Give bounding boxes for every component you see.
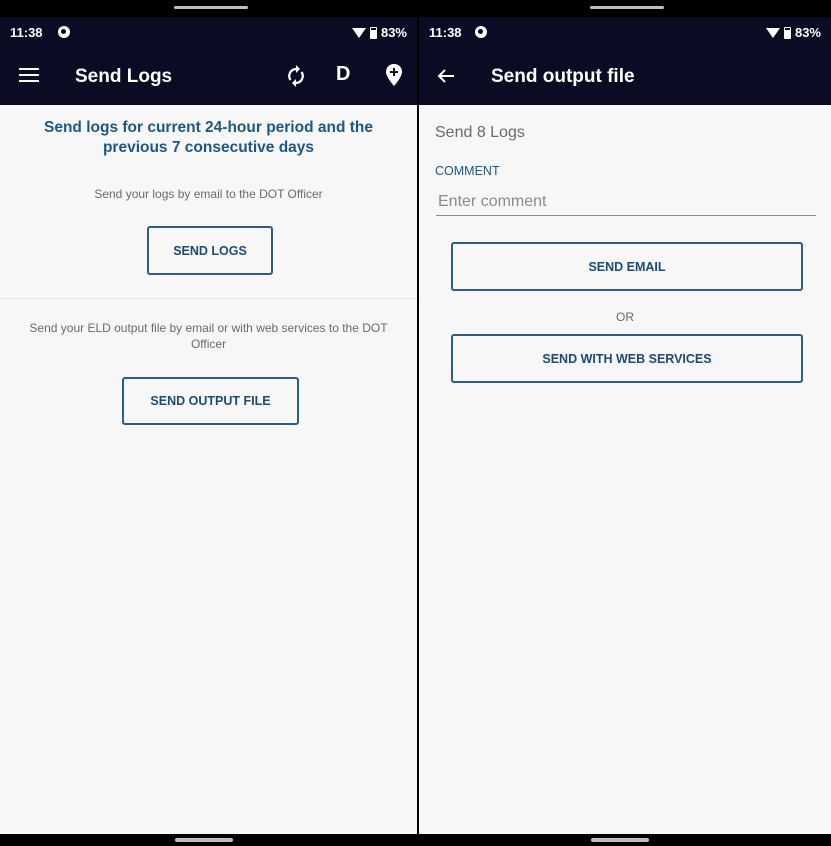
- battery-percentage: 83%: [794, 25, 821, 40]
- status-bar: 11:38 83%: [0, 17, 417, 47]
- wifi-icon: [765, 27, 780, 38]
- top-notch-strip: [0, 0, 417, 17]
- logs-description: Send your logs by email to the DOT Offic…: [94, 187, 323, 201]
- divider: [0, 298, 417, 299]
- comment-label: COMMENT: [435, 164, 500, 178]
- app-notification-icon: [58, 26, 70, 38]
- back-arrow-icon[interactable]: [436, 66, 456, 86]
- send-output-file-button[interactable]: SEND OUTPUT FILE: [122, 377, 299, 425]
- location-pin-icon[interactable]: [385, 64, 403, 86]
- status-indicators: 83%: [351, 25, 407, 40]
- app-bar: Send output file: [419, 47, 831, 105]
- send-logs-screen: 11:38 83% Send Logs D Send logs for curr…: [0, 0, 417, 846]
- top-handle: [590, 6, 664, 9]
- navigation-bar: [0, 834, 417, 846]
- output-file-description: Send your ELD output file by email or wi…: [29, 321, 388, 351]
- status-bar: 11:38 83%: [419, 17, 831, 47]
- send-count-label: Send 8 Logs: [435, 124, 525, 141]
- home-gesture-handle[interactable]: [591, 838, 649, 842]
- send-web-services-button[interactable]: SEND WITH WEB SERVICES: [451, 334, 803, 383]
- battery-icon: [783, 26, 791, 39]
- top-notch-strip: [419, 0, 831, 17]
- period-heading: Send logs for current 24-hour period and…: [44, 119, 373, 156]
- app-bar: Send Logs D: [0, 47, 417, 105]
- status-time: 11:38: [10, 25, 43, 40]
- send-output-file-screen: 11:38 83% Send output file Send 8 Logs C…: [419, 0, 831, 846]
- status-indicators: 83%: [765, 25, 821, 40]
- app-notification-icon: [475, 26, 487, 38]
- battery-percentage: 83%: [380, 25, 407, 40]
- page-title: Send Logs: [75, 66, 173, 87]
- sync-icon[interactable]: [286, 65, 306, 87]
- navigation-bar: [419, 834, 831, 846]
- menu-icon[interactable]: [19, 68, 39, 83]
- wifi-icon: [351, 27, 366, 38]
- send-email-button[interactable]: SEND EMAIL: [451, 242, 803, 291]
- comment-input[interactable]: [436, 188, 816, 216]
- status-time: 11:38: [429, 25, 462, 40]
- send-logs-button[interactable]: SEND LOGS: [147, 226, 273, 275]
- or-separator: OR: [616, 310, 634, 324]
- page-title: Send output file: [491, 66, 635, 87]
- top-handle: [174, 6, 248, 9]
- battery-icon: [369, 26, 377, 39]
- home-gesture-handle[interactable]: [175, 838, 233, 842]
- driver-status-button[interactable]: D: [336, 63, 350, 86]
